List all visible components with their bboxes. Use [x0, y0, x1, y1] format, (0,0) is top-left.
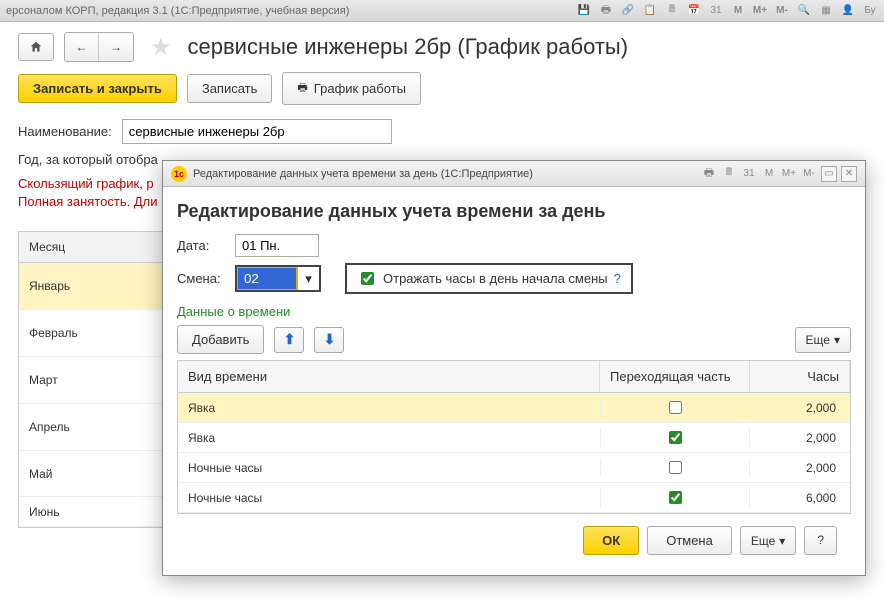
home-button[interactable] [18, 33, 54, 61]
time-table: Вид времени Переходящая часть Часы Явка 2… [177, 360, 851, 514]
shift-dropdown-button[interactable]: ▾ [297, 267, 319, 290]
cell-hours: 2,000 [750, 431, 850, 445]
dialog-body: Редактирование данных учета времени за д… [163, 187, 865, 575]
cell-hours: 6,000 [750, 491, 850, 505]
page-title: сервисные инженеры 2бр (График работы) [188, 34, 629, 60]
th-type: Вид времени [178, 361, 600, 392]
memory-m[interactable]: M [730, 3, 746, 19]
cancel-button[interactable]: Отмена [647, 526, 732, 555]
date-input[interactable] [235, 234, 319, 257]
carry-checkbox[interactable] [669, 491, 682, 504]
app-1c-icon: 1с [171, 166, 187, 182]
dlg-m[interactable]: M [761, 166, 777, 182]
name-row: Наименование: [0, 115, 884, 148]
cell-type: Ночные часы [178, 491, 600, 505]
cell-type: Явка [178, 401, 600, 415]
grid-icon[interactable]: ▦ [818, 3, 834, 19]
dlg-date-icon[interactable]: 31 [741, 166, 757, 182]
time-data-section-label: Данные о времени [177, 304, 851, 319]
cell-carry [600, 488, 750, 507]
more-label: Еще [806, 333, 830, 347]
dialog-footer: ОК Отмена Еще ▾ ? [177, 514, 851, 567]
dlg-m-plus[interactable]: M+ [781, 166, 797, 182]
open-schedule-button[interactable]: График работы [282, 72, 421, 105]
shift-field-group: ▾ [235, 265, 321, 292]
th-carry: Переходящая часть [600, 361, 750, 392]
save-icon[interactable]: 💾 [576, 3, 592, 19]
page-toolbar: Записать и закрыть Записать График работ… [0, 72, 884, 115]
link-icon[interactable]: 🔗 [620, 3, 636, 19]
nav-area: ← → ★ сервисные инженеры 2бр (График раб… [0, 22, 884, 72]
dialog-window-title: Редактирование данных учета времени за д… [193, 168, 533, 180]
footer-help-button[interactable]: ? [804, 526, 837, 555]
reflect-hours-checkbox[interactable] [361, 272, 374, 285]
nav-history: ← → [64, 32, 134, 62]
date-icon[interactable]: 31 [708, 3, 724, 19]
memory-m-minus[interactable]: M- [774, 3, 790, 19]
ok-button[interactable]: ОК [583, 526, 639, 555]
user-name: Бу [862, 3, 878, 19]
carry-checkbox[interactable] [669, 401, 682, 414]
app-title: ерсоналом КОРП, редакция 3.1 (1С:Предпри… [6, 5, 349, 17]
zoom-icon[interactable]: 🔍 [796, 3, 812, 19]
favorite-star-icon[interactable]: ★ [150, 33, 172, 62]
dialog-titlebar: 1с Редактирование данных учета времени з… [163, 161, 865, 187]
name-input[interactable] [122, 119, 392, 144]
nav-back-button[interactable]: ← [65, 33, 99, 61]
year-label: Год, за который отобра [18, 152, 158, 167]
shift-row: Смена: ▾ Отражать часы в день начала сме… [177, 263, 851, 294]
help-question-icon[interactable]: ? [614, 271, 621, 286]
table-row[interactable]: Ночные часы 2,000 [178, 453, 850, 483]
cell-hours: 2,000 [750, 461, 850, 475]
dialog-heading: Редактирование данных учета времени за д… [177, 201, 851, 222]
carry-checkbox[interactable] [669, 431, 682, 444]
print-icon[interactable] [598, 3, 614, 19]
table-toolbar: Добавить ⬆ ⬇ Еще ▾ [177, 325, 851, 354]
cell-type: Ночные часы [178, 461, 600, 475]
move-up-button[interactable]: ⬆ [274, 327, 304, 353]
cell-carry [600, 428, 750, 447]
table-row[interactable]: Явка 2,000 [178, 393, 850, 423]
cell-type: Явка [178, 431, 600, 445]
table-row[interactable]: Ночные часы 6,000 [178, 483, 850, 513]
more-label: Еще [751, 534, 775, 548]
calendar-icon[interactable] [686, 3, 702, 19]
add-row-button[interactable]: Добавить [177, 325, 264, 354]
dialog-minimize-button[interactable]: ▭ [821, 166, 837, 182]
titlebar-toolbar: 💾 🔗 📋 🖩 31 M M+ M- 🔍 ▦ 👤 Бу [576, 3, 878, 19]
more-button[interactable]: Еще ▾ [795, 327, 851, 353]
dlg-m-minus[interactable]: M- [801, 166, 817, 182]
shift-label: Смена: [177, 271, 227, 286]
date-label: Дата: [177, 238, 227, 253]
dlg-print-icon[interactable] [701, 166, 717, 182]
open-schedule-label: График работы [314, 81, 406, 96]
move-down-button[interactable]: ⬇ [314, 327, 344, 353]
cell-carry [600, 398, 750, 417]
user-icon[interactable]: 👤 [840, 3, 856, 19]
th-hours: Часы [750, 361, 850, 392]
reflect-hours-label: Отражать часы в день начала смены [383, 271, 608, 286]
table-row[interactable]: Явка 2,000 [178, 423, 850, 453]
table-body: Явка2,000Явка2,000Ночные часы2,000Ночные… [178, 393, 850, 513]
dlg-calc-icon[interactable]: 🖩 [721, 166, 737, 182]
edit-time-dialog: 1с Редактирование данных учета времени з… [162, 160, 866, 576]
footer-more-button[interactable]: Еще ▾ [740, 526, 796, 555]
reflect-hours-group: Отражать часы в день начала смены ? [345, 263, 633, 294]
calc-icon[interactable]: 🖩 [664, 3, 680, 19]
print-icon [297, 79, 307, 98]
shift-input[interactable] [237, 267, 297, 290]
cell-carry [600, 458, 750, 477]
dialog-close-button[interactable]: ✕ [841, 166, 857, 182]
save-and-close-button[interactable]: Записать и закрыть [18, 74, 177, 103]
memory-m-plus[interactable]: M+ [752, 3, 768, 19]
date-row: Дата: [177, 234, 851, 257]
app-titlebar: ерсоналом КОРП, редакция 3.1 (1С:Предпри… [0, 0, 884, 22]
name-label: Наименование: [18, 124, 112, 139]
clipboard-icon[interactable]: 📋 [642, 3, 658, 19]
table-header: Вид времени Переходящая часть Часы [178, 361, 850, 393]
nav-forward-button[interactable]: → [99, 33, 133, 61]
cell-hours: 2,000 [750, 401, 850, 415]
save-button[interactable]: Записать [187, 74, 273, 103]
carry-checkbox[interactable] [669, 461, 682, 474]
